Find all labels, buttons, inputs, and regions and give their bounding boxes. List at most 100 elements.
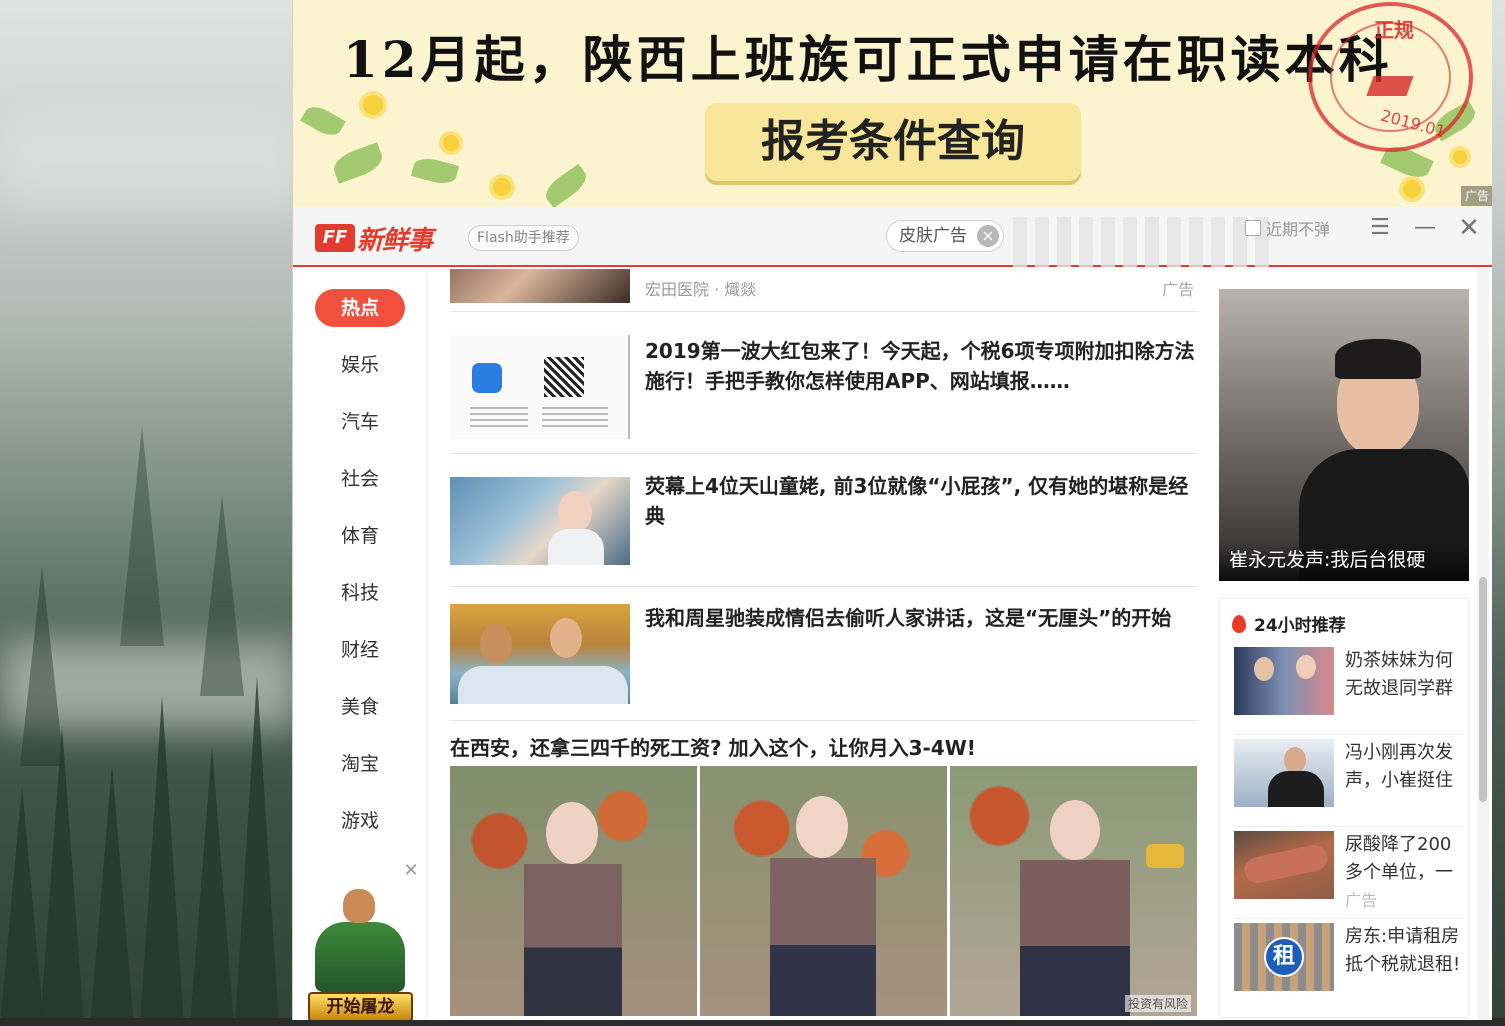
start-game-button[interactable]: 开始屠龙 bbox=[308, 992, 413, 1020]
rec-text-body: 尿酸降了200多个单位，一 bbox=[1345, 834, 1453, 883]
graduation-cap-icon bbox=[1366, 76, 1414, 96]
face-shape bbox=[1284, 747, 1306, 773]
rec-item[interactable]: 冯小刚再次发声，小崔挺住 bbox=[1234, 739, 1464, 827]
news-thumbnail bbox=[450, 604, 630, 704]
rec-item[interactable]: 尿酸降了200多个单位，一 广告 bbox=[1234, 831, 1464, 919]
news-item[interactable]: 荧幕上4位天山童姥, 前3位就像“小屁孩”, 仅有她的堪称是经典 bbox=[450, 454, 1198, 587]
logo-text: 新鲜事 bbox=[357, 225, 433, 256]
flash-helper-tag: Flash助手推荐 bbox=[468, 225, 579, 251]
sidebar-item-games[interactable]: 游戏 bbox=[315, 802, 405, 840]
sidebar-item-entertainment[interactable]: 娱乐 bbox=[315, 346, 405, 384]
rec-title: 24小时推荐 bbox=[1254, 616, 1346, 636]
skin-ad-label: 皮肤广告 bbox=[899, 226, 967, 246]
tree bbox=[0, 786, 44, 1026]
news-feed: 宏田医院 · 熾燚 广告 2019第一波大红包来了！今天起，个税6项专项附加扣除… bbox=[450, 269, 1198, 1020]
body-shape bbox=[548, 529, 604, 565]
sidebar-item-taobao[interactable]: 淘宝 bbox=[315, 745, 405, 783]
flower-decor bbox=[363, 95, 383, 115]
flower-decor bbox=[1403, 180, 1421, 198]
flower-decor bbox=[1453, 150, 1467, 164]
stamp-text: 正规 bbox=[1374, 18, 1414, 42]
news-thumbnail bbox=[450, 477, 630, 565]
rec-text[interactable]: 奶茶妹妹为何无故退同学群 bbox=[1345, 647, 1463, 703]
sidebar-item-food[interactable]: 美食 bbox=[315, 688, 405, 726]
hero-caption[interactable]: 崔永元发声:我后台很硬 bbox=[1219, 543, 1469, 581]
sidebar-item-tech[interactable]: 科技 bbox=[315, 574, 405, 612]
app-logo: FF 新鲜事 bbox=[315, 222, 433, 256]
tree bbox=[190, 746, 234, 1026]
logo-mark: FF bbox=[315, 224, 355, 252]
ad-photo[interactable]: 投资有风险 bbox=[950, 766, 1197, 1016]
close-icon[interactable]: ✕ bbox=[1454, 213, 1484, 243]
leaf-decor bbox=[540, 163, 592, 207]
body-shape bbox=[1020, 860, 1130, 1016]
hair-shape bbox=[1335, 339, 1421, 379]
top-banner-ad[interactable]: 12月起，陕西上班族可正式申请在职读本科 报考条件查询 正规 2019.01 广… bbox=[293, 0, 1492, 207]
scrollbar[interactable] bbox=[1477, 269, 1489, 1020]
rec-thumbnail: 租 bbox=[1234, 923, 1334, 991]
sidebar-item-auto[interactable]: 汽车 bbox=[315, 403, 405, 441]
rec-text[interactable]: 冯小刚再次发声，小崔挺住 bbox=[1345, 739, 1463, 795]
no-popup-checkbox[interactable] bbox=[1245, 220, 1261, 236]
face-shape bbox=[1296, 655, 1316, 679]
fog-layer bbox=[0, 120, 300, 210]
face-shape bbox=[550, 618, 582, 658]
rec-item[interactable]: 租 房东:申请租房抵个税就退租! bbox=[1234, 923, 1464, 1011]
flower-decor bbox=[493, 178, 511, 196]
rec-header: 24小时推荐 bbox=[1232, 611, 1346, 636]
ad-photo[interactable] bbox=[450, 766, 697, 1016]
rec-thumbnail bbox=[1234, 831, 1334, 899]
news-item[interactable]: 我和周星驰装成情侣去偷听人家讲话，这是“无厘头”的开始 bbox=[450, 587, 1198, 721]
news-item-ad[interactable]: 宏田医院 · 熾燚 广告 bbox=[450, 269, 1198, 312]
leaf-decor bbox=[410, 154, 460, 188]
ad-headline[interactable]: 在西安，还拿三四千的死工资? 加入这个，让你月入3-4W! bbox=[450, 732, 976, 761]
tree bbox=[120, 426, 164, 646]
minimize-icon[interactable]: — bbox=[1410, 213, 1440, 243]
finger-shape bbox=[1242, 842, 1330, 886]
sidebar-item-sports[interactable]: 体育 bbox=[315, 517, 405, 555]
sidebar-item-finance[interactable]: 财经 bbox=[315, 631, 405, 669]
news-title[interactable]: 荧幕上4位天山童姥, 前3位就像“小屁孩”, 仅有她的堪称是经典 bbox=[645, 471, 1195, 531]
sidebar-item-society[interactable]: 社会 bbox=[315, 460, 405, 498]
ad-photo[interactable] bbox=[700, 766, 947, 1016]
tree bbox=[40, 726, 84, 1026]
ad-label: 广告 bbox=[1161, 280, 1194, 299]
rec-text[interactable]: 尿酸降了200多个单位，一 广告 bbox=[1345, 831, 1463, 915]
menu-icon[interactable]: ☰ bbox=[1365, 213, 1395, 243]
news-title[interactable]: 2019第一波大红包来了！今天起，个税6项专项附加扣除方法施行！手把手教你怎样使… bbox=[645, 336, 1195, 396]
side-ad-close-icon[interactable]: ✕ bbox=[401, 861, 421, 881]
rec-thumbnail bbox=[1234, 739, 1334, 807]
game-side-ad[interactable]: 开始屠龙 bbox=[303, 884, 418, 1020]
rec-item[interactable]: 奶茶妹妹为何无故退同学群 bbox=[1234, 647, 1464, 735]
tree bbox=[20, 566, 64, 766]
skin-ad-button[interactable]: 皮肤广告 × bbox=[886, 220, 1004, 252]
news-popup-window: 12月起，陕西上班族可正式申请在职读本科 报考条件查询 正规 2019.01 广… bbox=[292, 0, 1492, 1020]
face-shape bbox=[1254, 657, 1274, 681]
skin-close-icon[interactable]: × bbox=[977, 225, 999, 247]
risk-disclaimer: 投资有风险 bbox=[1124, 995, 1191, 1012]
body-shape bbox=[524, 864, 622, 1016]
news-title[interactable]: 我和周星驰装成情侣去偷听人家讲话，这是“无厘头”的开始 bbox=[645, 603, 1195, 633]
rec-ad-label: 广告 bbox=[1345, 891, 1378, 910]
recommendation-panel: 24小时推荐 奶茶妹妹为何无故退同学群 冯小刚再次发声，小崔挺住 尿酸降了200… bbox=[1219, 598, 1469, 1018]
rec-text[interactable]: 房东:申请租房抵个税就退租! bbox=[1345, 923, 1463, 979]
news-source: 宏田医院 · 熾燚 bbox=[645, 280, 757, 299]
news-thumbnail bbox=[450, 335, 630, 439]
flower-decor bbox=[443, 135, 459, 151]
banner-query-button[interactable]: 报考条件查询 bbox=[705, 103, 1081, 181]
face-shape bbox=[1050, 800, 1100, 860]
sidebar-item-hot[interactable]: 热点 bbox=[315, 289, 405, 327]
tree bbox=[140, 696, 184, 1026]
category-sidebar: 热点 娱乐 汽车 社会 体育 科技 财经 美食 淘宝 游戏 ✕ 开始屠龙 bbox=[293, 269, 428, 1020]
ad-corner-label: 广告 bbox=[1461, 186, 1492, 206]
rent-badge-icon: 租 bbox=[1264, 937, 1304, 977]
qr-code-icon bbox=[544, 357, 584, 397]
leaf-decor bbox=[330, 142, 386, 184]
fire-icon bbox=[1232, 614, 1246, 633]
no-popup-toggle[interactable]: 近期不弹 bbox=[1245, 216, 1330, 240]
news-item[interactable]: 2019第一波大红包来了！今天起，个税6项专项附加扣除方法施行！手把手教你怎样使… bbox=[450, 321, 1198, 454]
face-shape bbox=[558, 491, 592, 533]
news-thumbnail bbox=[450, 269, 630, 303]
scrollbar-thumb[interactable] bbox=[1479, 577, 1487, 802]
hero-news-card[interactable]: 崔永元发声:我后台很硬 bbox=[1219, 289, 1469, 581]
